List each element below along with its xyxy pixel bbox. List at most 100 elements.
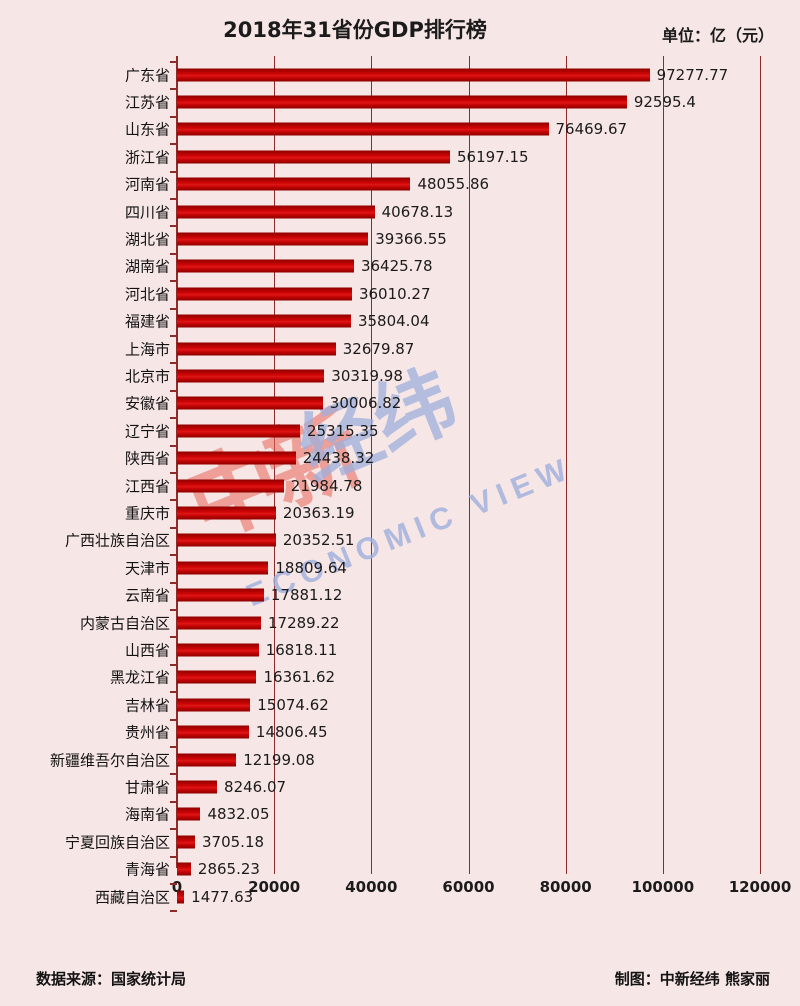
y-axis-tick	[170, 718, 177, 721]
chart-header: 2018年31省份GDP排行榜 单位：亿（元）	[0, 0, 800, 56]
y-axis-tick	[170, 417, 177, 420]
bar-row: 天津市 18809.64	[0, 554, 800, 581]
bar	[177, 342, 336, 356]
y-axis-tick	[170, 581, 177, 584]
y-axis-tick	[170, 389, 177, 392]
y-axis-tick	[170, 472, 177, 474]
bar-row: 湖南省 36425.78	[0, 252, 800, 280]
source-note: 数据来源：国家统计局	[36, 970, 187, 988]
bar-row: 云南省 17881.12	[0, 581, 800, 609]
category-label: 山东省	[124, 120, 170, 139]
category-label: 新疆维吾尔自治区	[49, 751, 170, 770]
y-axis-tick	[170, 663, 177, 666]
bar-value-label: 18809.64	[275, 558, 347, 577]
bar-value-label: 56197.15	[457, 147, 529, 166]
y-axis-tick	[170, 280, 177, 283]
bar-row: 山西省 16818.11	[0, 636, 800, 663]
bar-row: 陕西省 24438.32	[0, 444, 800, 472]
y-axis-tick	[170, 636, 177, 639]
y-axis-tick	[170, 115, 177, 118]
y-axis-tick	[170, 61, 177, 63]
bar	[177, 122, 549, 136]
bar-value-label: 25315.35	[306, 421, 379, 440]
y-axis-tick	[170, 746, 177, 748]
bar	[177, 314, 351, 328]
bar-value-label: 92595.4	[633, 93, 696, 112]
y-axis-tick	[170, 800, 177, 803]
bar-row: 湖北省 39366.55	[0, 225, 800, 252]
bar-value-label: 30319.98	[331, 367, 403, 386]
bar-row: 新疆维吾尔自治区 12199.08	[0, 746, 800, 773]
bar-value-label: 36010.27	[358, 284, 431, 303]
y-axis-tick	[170, 198, 177, 200]
y-axis-tick	[170, 499, 177, 502]
category-label: 福建省	[124, 312, 170, 331]
category-label: 甘肃省	[124, 778, 170, 797]
bar-row: 吉林省 15074.62	[0, 691, 800, 718]
bar-row: 安徽省 30006.82	[0, 389, 800, 417]
category-label: 上海市	[124, 340, 170, 359]
bar-value-label: 35804.04	[357, 312, 430, 331]
bar-row: 黑龙江省 16361.62	[0, 663, 800, 691]
category-label: 北京市	[124, 367, 170, 386]
bar-row: 广东省 97277.77	[0, 61, 800, 88]
bar	[177, 561, 269, 575]
chart-footer: 数据来源：国家统计局 制图：中新经纬 熊家丽	[0, 952, 800, 1006]
bar	[177, 533, 276, 547]
category-label: 西藏自治区	[94, 888, 170, 907]
bar-row: 内蒙古自治区 17289.22	[0, 609, 800, 636]
category-label: 内蒙古自治区	[79, 614, 170, 633]
category-label: 宁夏回族自治区	[64, 833, 170, 852]
bar-row: 重庆市 20363.19	[0, 499, 800, 526]
bar-row: 甘肃省 8246.07	[0, 773, 800, 800]
bar-value-label: 2865.23	[197, 860, 260, 879]
bar-value-label: 20352.51	[282, 531, 355, 550]
bar	[177, 451, 296, 465]
bar-value-label: 16818.11	[265, 641, 338, 660]
bar-row: 青海省 2865.23	[0, 855, 800, 883]
bar-value-label: 36425.78	[360, 257, 433, 276]
bar	[177, 698, 251, 712]
y-axis-tick	[170, 855, 177, 858]
bar	[177, 479, 284, 493]
category-label: 天津市	[124, 559, 170, 578]
y-axis-tick	[170, 773, 177, 776]
credit-note: 制图：中新经纬 熊家丽	[614, 970, 770, 988]
bar-value-label: 4832.05	[207, 805, 270, 824]
bar-row: 北京市 30319.98	[0, 362, 800, 389]
bar	[177, 424, 300, 438]
bar-row: 海南省 4832.05	[0, 800, 800, 828]
bar-value-label: 14806.45	[255, 723, 328, 742]
category-label: 湖南省	[124, 257, 170, 276]
bar	[177, 670, 257, 684]
bar-value-label: 48055.86	[417, 175, 490, 194]
bar-row: 江西省 21984.78	[0, 472, 800, 499]
bar	[177, 68, 650, 82]
bar-value-label: 32679.87	[342, 339, 415, 358]
category-label: 浙江省	[124, 148, 170, 167]
category-label: 江西省	[124, 477, 170, 496]
bar-value-label: 40678.13	[381, 202, 454, 221]
y-axis-tick	[170, 143, 177, 146]
bar-value-label: 1477.63	[191, 887, 254, 906]
bar-value-label: 97277.77	[656, 65, 729, 84]
category-label: 河南省	[124, 175, 170, 194]
category-label: 青海省	[124, 860, 170, 879]
y-axis-tick	[170, 362, 177, 365]
bar-value-label: 15074.62	[257, 695, 329, 714]
bar	[177, 643, 259, 657]
y-axis-tick	[170, 252, 177, 255]
y-axis-tick	[170, 88, 177, 91]
bar-value-label: 76469.67	[555, 120, 628, 139]
bar	[177, 807, 201, 821]
y-axis-tick	[170, 910, 177, 913]
bar	[177, 506, 276, 520]
category-label: 云南省	[124, 586, 170, 605]
bar-row: 山东省 76469.67	[0, 115, 800, 143]
category-label: 重庆市	[124, 504, 170, 523]
bar	[177, 862, 191, 876]
bar	[177, 232, 369, 246]
bar	[177, 835, 195, 849]
bar-row: 四川省 40678.13	[0, 198, 800, 225]
y-axis-tick	[170, 444, 177, 447]
